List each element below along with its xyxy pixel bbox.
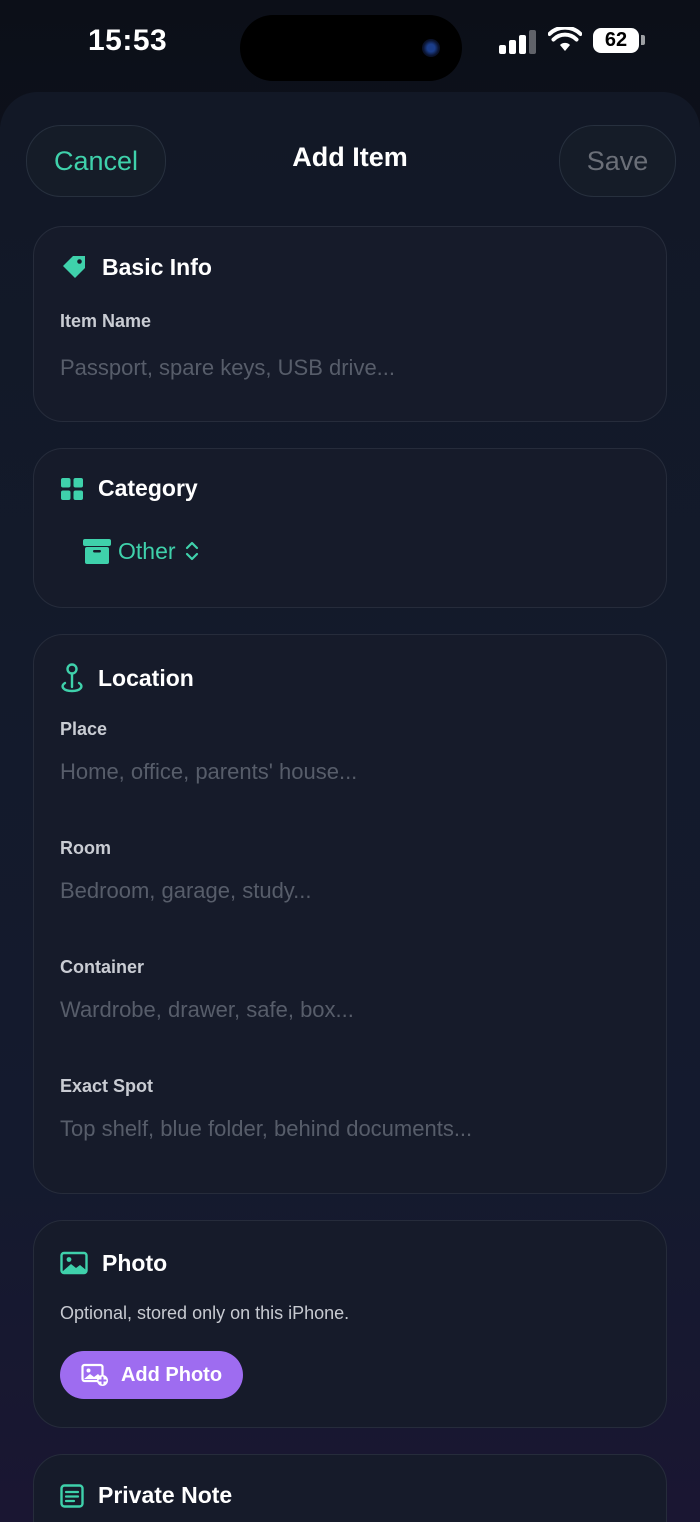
camera-icon: [422, 39, 440, 57]
device-screen: 15:53 62 Cancel Add Item Save Basic Info…: [0, 0, 700, 1522]
item-name-label: Item Name: [60, 311, 152, 331]
private-note-title: Private Note: [98, 1482, 233, 1508]
add-photo-icon: [81, 1363, 108, 1386]
location-header: Location: [60, 663, 194, 693]
note-icon: [60, 1483, 84, 1508]
photo-card: Photo Optional, stored only on this iPho…: [33, 1220, 667, 1428]
add-photo-label: Add Photo: [120, 1363, 223, 1386]
status-bar: 15:53 62: [0, 0, 700, 85]
location-title: Location: [98, 664, 194, 691]
item-name-input[interactable]: Passport, spare keys, USB drive...: [60, 355, 395, 381]
private-note-card: Private Note: [33, 1454, 667, 1522]
basic-info-title: Basic Info: [102, 253, 212, 280]
image-icon: [60, 1251, 88, 1275]
category-card: Category Other: [33, 448, 667, 608]
photo-header: Photo: [60, 1249, 167, 1277]
category-title: Category: [98, 475, 198, 501]
add-item-sheet: Cancel Add Item Save Basic Info Item Nam…: [0, 92, 700, 1522]
status-time: 15:53: [88, 24, 168, 57]
exact-spot-input[interactable]: Top shelf, blue folder, behind documents…: [60, 1116, 472, 1142]
basic-info-card: Basic Info Item Name Passport, spare key…: [33, 226, 667, 422]
save-button[interactable]: Save: [559, 125, 676, 197]
place-label: Place: [60, 719, 108, 739]
container-input[interactable]: Wardrobe, drawer, safe, box...: [60, 997, 354, 1023]
place-input[interactable]: Home, office, parents' house...: [60, 759, 357, 785]
tag-icon: [63, 256, 85, 278]
cellular-signal-icon: [499, 30, 539, 54]
map-pin-icon: [61, 663, 83, 693]
add-photo-button[interactable]: Add Photo: [60, 1351, 243, 1399]
photo-title: Photo: [102, 1249, 168, 1276]
location-card: Location Place Home, office, parents' ho…: [33, 634, 667, 1194]
private-note-header: Private Note: [60, 1482, 232, 1509]
category-selected-value: Other: [118, 537, 176, 564]
photo-note: Optional, stored only on this iPhone.: [60, 1303, 350, 1323]
exact-spot-label: Exact Spot: [60, 1076, 154, 1096]
archive-box-icon: [83, 539, 111, 564]
category-header: Category: [60, 475, 198, 502]
wifi-icon: [548, 27, 582, 51]
chevron-up-down-icon: [185, 541, 198, 561]
room-input[interactable]: Bedroom, garage, study...: [60, 878, 312, 904]
category-picker[interactable]: Other: [82, 537, 200, 565]
nav-bar: Cancel Add Item Save: [0, 92, 700, 222]
battery-tip: [641, 35, 645, 45]
battery-indicator: 62: [593, 28, 639, 53]
container-label: Container: [60, 957, 145, 977]
dynamic-island: [240, 15, 462, 81]
room-label: Room: [60, 838, 111, 858]
basic-info-header: Basic Info: [60, 253, 212, 281]
grid-icon: [61, 477, 83, 500]
